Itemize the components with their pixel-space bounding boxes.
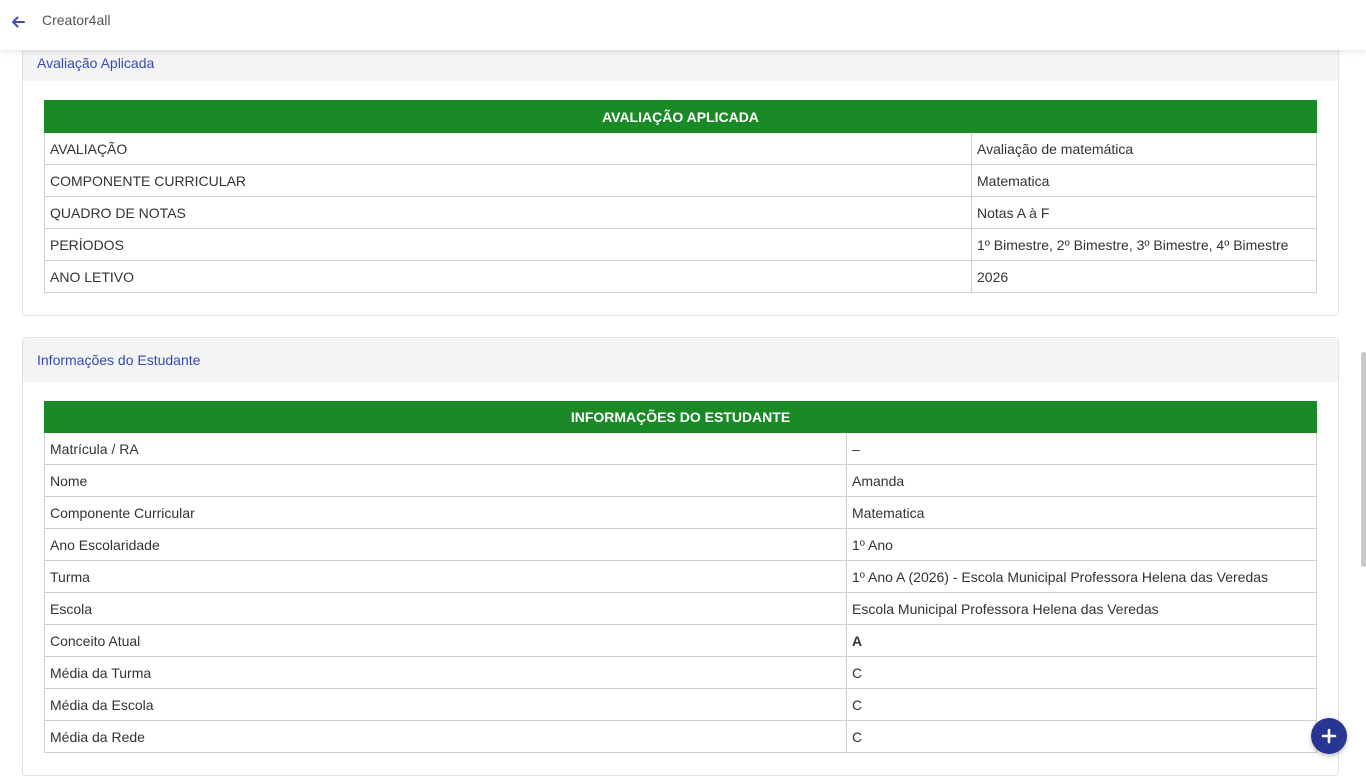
row-value: 1º Ano A (2026) - Escola Municipal Profe…	[846, 560, 1317, 593]
plus-icon[interactable]	[1311, 718, 1347, 754]
table-row: Média da Escola C	[44, 688, 1317, 721]
row-label: ANO LETIVO	[44, 260, 972, 293]
table-row: Turma 1º Ano A (2026) - Escola Municipal…	[44, 560, 1317, 593]
row-value: Avaliação de matemática	[971, 132, 1317, 165]
student-table: INFORMAÇÕES DO ESTUDANTE Matrícula / RA …	[44, 401, 1317, 753]
row-label: PERÍODOS	[44, 228, 972, 261]
table-row: Componente Curricular Matematica	[44, 496, 1317, 529]
row-label: Turma	[44, 560, 847, 593]
table-row: QUADRO DE NOTAS Notas A à F	[44, 196, 1317, 229]
table-row: PERÍODOS 1º Bimestre, 2º Bimestre, 3º Bi…	[44, 228, 1317, 261]
page-scrollbar[interactable]	[1361, 352, 1366, 567]
student-section-title: Informações do Estudante	[37, 352, 201, 368]
table-row: Nome Amanda	[44, 464, 1317, 497]
table-row: ANO LETIVO 2026	[44, 260, 1317, 293]
table-row: Escola Escola Municipal Professora Helen…	[44, 592, 1317, 625]
evaluation-card-body: AVALIAÇÃO APLICADA AVALIAÇÃO Avaliação d…	[23, 81, 1338, 315]
row-value: Matematica	[971, 164, 1317, 197]
row-label: Conceito Atual	[44, 624, 847, 657]
row-value: –	[846, 432, 1317, 465]
row-value: Escola Municipal Professora Helena das V…	[846, 592, 1317, 625]
evaluation-table: AVALIAÇÃO APLICADA AVALIAÇÃO Avaliação d…	[44, 100, 1317, 293]
evaluation-section-title: Avaliação Aplicada	[37, 55, 155, 71]
table-row: Conceito Atual A	[44, 624, 1317, 657]
row-label: Ano Escolaridade	[44, 528, 847, 561]
row-label: Média da Escola	[44, 688, 847, 721]
evaluation-table-header: AVALIAÇÃO APLICADA	[44, 100, 1317, 133]
table-row: AVALIAÇÃO Avaliação de matemática	[44, 132, 1317, 165]
row-value: 2026	[971, 260, 1317, 293]
row-label: Matrícula / RA	[44, 432, 847, 465]
row-label: Componente Curricular	[44, 496, 847, 529]
current-grade-value: A	[846, 624, 1317, 657]
row-value: 1º Ano	[846, 528, 1317, 561]
table-row: Média da Turma C	[44, 656, 1317, 689]
student-card: Informações do Estudante INFORMAÇÕES DO …	[22, 337, 1339, 776]
row-label: Média da Turma	[44, 656, 847, 689]
student-card-header: Informações do Estudante	[23, 338, 1338, 382]
table-header-row: INFORMAÇÕES DO ESTUDANTE	[44, 401, 1317, 433]
row-value: Amanda	[846, 464, 1317, 497]
row-value: C	[846, 656, 1317, 689]
table-row: Matrícula / RA –	[44, 432, 1317, 465]
row-value: 1º Bimestre, 2º Bimestre, 3º Bimestre, 4…	[971, 228, 1317, 261]
evaluation-card: Avaliação Aplicada AVALIAÇÃO APLICADA AV…	[22, 36, 1339, 316]
arrow-left-icon[interactable]	[8, 12, 28, 32]
table-header-row: AVALIAÇÃO APLICADA	[44, 100, 1317, 133]
table-row: Média da Rede C	[44, 720, 1317, 753]
row-label: AVALIAÇÃO	[44, 132, 972, 165]
row-label: QUADRO DE NOTAS	[44, 196, 972, 229]
table-row: Ano Escolaridade 1º Ano	[44, 528, 1317, 561]
row-label: Nome	[44, 464, 847, 497]
row-value: C	[846, 688, 1317, 721]
row-value: C	[846, 720, 1317, 753]
row-label: Média da Rede	[44, 720, 847, 753]
row-value: Matematica	[846, 496, 1317, 529]
row-label: Escola	[44, 592, 847, 625]
student-table-header: INFORMAÇÕES DO ESTUDANTE	[44, 401, 1317, 433]
row-value: Notas A à F	[971, 196, 1317, 229]
row-label: COMPONENTE CURRICULAR	[44, 164, 972, 197]
top-bar: Creator4all	[0, 0, 1366, 50]
app-title: Creator4all	[42, 12, 111, 28]
table-row: COMPONENTE CURRICULAR Matematica	[44, 164, 1317, 197]
student-card-body: INFORMAÇÕES DO ESTUDANTE Matrícula / RA …	[23, 382, 1338, 775]
